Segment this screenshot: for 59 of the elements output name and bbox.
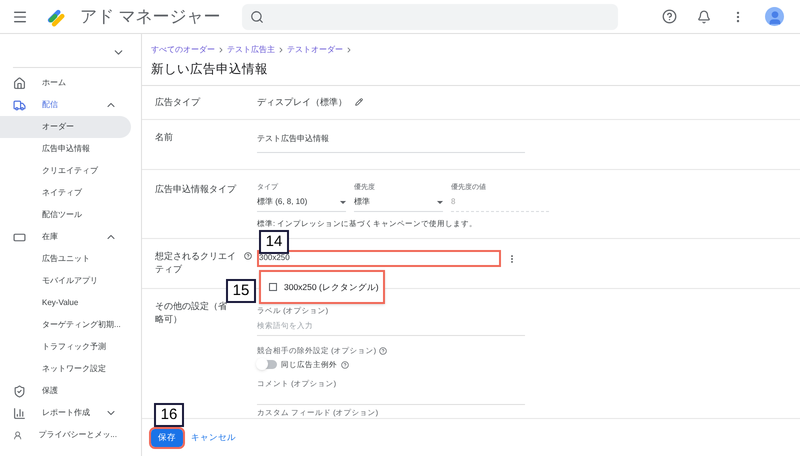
ad-type-value: ディスプレイ（標準） bbox=[257, 96, 347, 109]
page-title: 新しい広告申込情報 bbox=[151, 61, 269, 78]
field-label: 名前 bbox=[154, 130, 174, 144]
name-field[interactable]: テスト広告申込情報 bbox=[257, 130, 525, 153]
step-number: 16 bbox=[154, 403, 184, 427]
help-icon[interactable] bbox=[379, 346, 388, 355]
breadcrumb-separator-icon bbox=[217, 46, 225, 54]
breadcrumb-link[interactable]: すべてのオーダー bbox=[151, 44, 215, 56]
inventory-icon bbox=[13, 230, 26, 244]
dropdown-arrow-icon bbox=[340, 200, 346, 204]
sidebar-item[interactable]: 配信 bbox=[0, 94, 133, 116]
edit-icon[interactable] bbox=[355, 98, 363, 106]
sidebar-subitem[interactable]: 広告申込情報 bbox=[0, 138, 131, 160]
dropdown-arrow-icon bbox=[437, 200, 443, 204]
breadcrumb-link[interactable]: テストオーダー bbox=[287, 44, 343, 56]
person-icon bbox=[13, 428, 22, 442]
sidebar-item[interactable]: レポート作成 bbox=[0, 402, 133, 424]
avatar-icon[interactable] bbox=[765, 7, 784, 26]
step-number: 15 bbox=[226, 279, 256, 303]
sidebar-subitem[interactable]: ネットワーク設定 bbox=[0, 358, 131, 380]
shield-icon bbox=[13, 384, 26, 398]
sidebar-subitem[interactable]: Key-Value bbox=[0, 292, 131, 314]
creative-size-field[interactable]: 300x250 bbox=[257, 250, 501, 267]
help-icon[interactable] bbox=[662, 9, 677, 24]
save-button[interactable]: 保存 bbox=[151, 428, 183, 446]
sidebar-subitem[interactable]: モバイルアプリ bbox=[0, 270, 131, 292]
help-icon[interactable] bbox=[341, 360, 349, 369]
truck-icon bbox=[13, 98, 26, 112]
sidebar-item[interactable]: 保護 bbox=[0, 380, 133, 402]
step-number: 14 bbox=[259, 230, 289, 254]
breadcrumb-link[interactable]: テスト広告主 bbox=[227, 44, 275, 56]
sidebar-subitem[interactable]: クリエイティブ bbox=[0, 160, 131, 182]
menu-icon[interactable] bbox=[12, 8, 28, 24]
breadcrumb-separator-icon bbox=[277, 46, 285, 54]
search-icon bbox=[250, 10, 264, 24]
breadcrumb-separator-icon bbox=[345, 46, 353, 54]
sidebar-subitem[interactable]: オーダー bbox=[0, 116, 131, 138]
field-label: その他の設定（省略可） bbox=[155, 300, 228, 326]
sidebar-item[interactable]: 在庫 bbox=[0, 226, 133, 248]
field-label: 想定されるクリエイティブ bbox=[155, 250, 237, 276]
search-field[interactable] bbox=[242, 4, 618, 30]
cancel-button[interactable]: キャンセル bbox=[191, 431, 236, 444]
sidebar-subitem[interactable]: 広告ユニット bbox=[0, 248, 131, 270]
field-label: 広告タイプ bbox=[154, 96, 202, 109]
sidebar-subitem[interactable]: ネイティブ bbox=[0, 182, 131, 204]
sidebar-subitem[interactable]: 配信ツール bbox=[0, 204, 131, 226]
sidebar-subitem[interactable]: トラフィック予測 bbox=[0, 336, 131, 358]
notifications-icon[interactable] bbox=[697, 10, 711, 24]
help-icon[interactable] bbox=[244, 252, 252, 260]
option-label: 300x250 (レクタングル) bbox=[284, 280, 379, 294]
sidebar-subitem[interactable]: ターゲティング初期... bbox=[0, 314, 131, 336]
field-label: 広告申込情報タイプ bbox=[154, 182, 238, 196]
toggle-switch[interactable] bbox=[257, 360, 277, 370]
sidebar-item[interactable]: ホーム bbox=[0, 72, 133, 94]
chart-icon bbox=[13, 406, 26, 420]
app-name: アド マネージャー bbox=[80, 6, 222, 28]
checkbox[interactable] bbox=[269, 283, 277, 291]
sidebar-item[interactable]: プライバシーとメッ... bbox=[0, 424, 133, 446]
home-icon bbox=[13, 76, 26, 90]
